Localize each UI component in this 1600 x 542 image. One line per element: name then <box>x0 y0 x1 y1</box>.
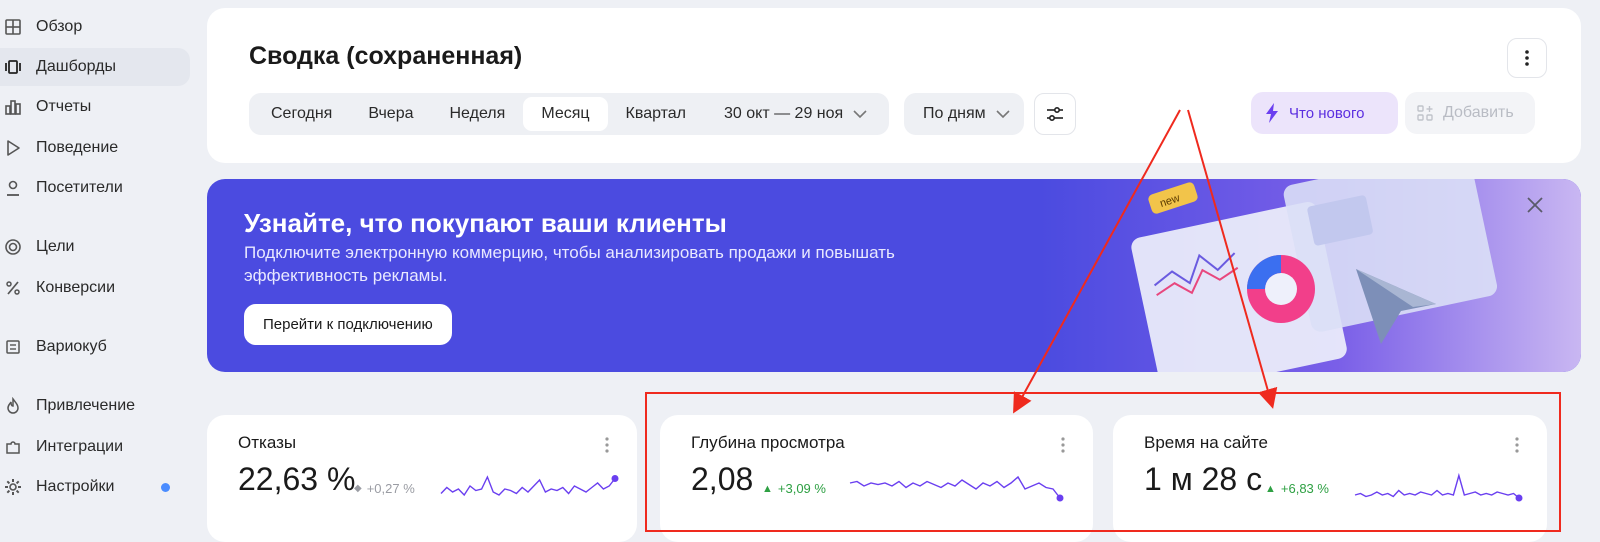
kebab-icon <box>1525 50 1529 66</box>
puzzle-icon <box>4 438 22 456</box>
metric-delta: ◆ +0,27 % <box>354 481 415 496</box>
metric-options-button[interactable] <box>1053 433 1073 457</box>
sidebar-item-label: Вариокуб <box>36 338 107 355</box>
metric-card-time-on-site[interactable]: Время на сайте 1 м 28 с ▲ +6,83 % <box>1113 415 1547 542</box>
sidebar-item-acquisition[interactable]: Привлечение <box>0 387 190 425</box>
sidebar-item-integrations[interactable]: Интеграции <box>0 428 190 466</box>
sparkline-path <box>849 475 1061 499</box>
sparkline <box>440 475 619 497</box>
banner-title: Узнайте, что покупают ваши клиенты <box>244 208 727 238</box>
percent-icon <box>4 279 22 297</box>
sidebar-item-label: Конверсии <box>36 279 116 296</box>
sidebar-item-settings[interactable]: Настройки <box>0 468 190 506</box>
connect-ecommerce-button[interactable]: Перейти к подключению <box>244 304 452 345</box>
sidebar-item-label: Поведение <box>36 139 119 156</box>
sidebar-item-variocube[interactable]: Вариокуб <box>0 328 190 366</box>
target-icon <box>4 238 22 256</box>
metric-options-button[interactable] <box>597 433 617 457</box>
metric-card-page-depth[interactable]: Глубина просмотра 2,08 ▲ +3,09 % <box>660 415 1093 542</box>
sidebar-item-reports[interactable]: Отчеты <box>0 88 190 126</box>
tab-quarter[interactable]: Квартал <box>608 97 704 131</box>
notification-dot <box>161 482 170 492</box>
sparkline <box>849 475 1064 502</box>
close-icon <box>1527 197 1543 213</box>
sidebar-item-visitors[interactable]: Посетители <box>0 169 190 207</box>
lightning-icon <box>1266 103 1278 123</box>
sidebar-item-label: Интеграции <box>36 438 124 455</box>
metric-delta-value: +3,09 % <box>777 481 826 496</box>
sidebar-item-dashboards[interactable]: Дашборды <box>0 48 190 86</box>
sidebar-item-goals[interactable]: Цели <box>0 228 190 266</box>
sparkline-endpoint <box>1515 494 1523 502</box>
sidebar-item-behavior[interactable]: Поведение <box>0 129 190 167</box>
cube-list-icon <box>4 338 22 356</box>
tab-month[interactable]: Месяц <box>523 97 608 131</box>
dashboards-icon <box>4 58 22 76</box>
metric-delta-value: +0,27 % <box>366 481 415 496</box>
metric-title: Время на сайте <box>1144 433 1268 452</box>
diamond-icon: ◆ <box>354 483 362 494</box>
sparkline-endpoint <box>611 475 619 482</box>
kebab-icon <box>1061 437 1065 453</box>
more-options-button[interactable] <box>1507 38 1547 78</box>
tab-today[interactable]: Сегодня <box>253 97 350 131</box>
grouping-select[interactable]: По дням <box>904 93 1024 135</box>
close-banner-button[interactable] <box>1523 193 1547 217</box>
metric-delta: ▲ +3,09 % <box>762 481 826 496</box>
banner-description: Подключите электронную коммерцию, чтобы … <box>244 243 895 285</box>
flame-icon <box>4 397 22 415</box>
sidebar-item-conversions[interactable]: Конверсии <box>0 269 190 307</box>
date-range-picker[interactable]: 30 окт — 29 ноя <box>704 105 885 123</box>
user-icon <box>4 179 22 197</box>
gear-icon <box>4 478 22 496</box>
metric-options-button[interactable] <box>1507 433 1527 457</box>
metric-delta-value: +6,83 % <box>1280 481 1329 496</box>
date-range-label: 30 окт — 29 ноя <box>724 105 844 122</box>
metric-title: Отказы <box>238 433 297 452</box>
sidebar-item-overview[interactable]: Обзор <box>0 8 190 46</box>
sidebar-item-label: Отчеты <box>36 98 92 115</box>
tab-yesterday[interactable]: Вчера <box>350 97 431 131</box>
play-icon <box>4 139 22 157</box>
kebab-icon <box>605 437 609 453</box>
period-tabs: Сегодня Вчера Неделя Месяц Квартал 30 ок… <box>249 93 890 135</box>
filters-button[interactable] <box>1034 93 1076 135</box>
metric-delta: ▲ +6,83 % <box>1265 481 1329 496</box>
chevron-down-icon <box>996 109 1010 118</box>
grid-icon <box>4 18 22 36</box>
tab-week[interactable]: Неделя <box>432 97 524 131</box>
page-title: Сводка (сохраненная) <box>249 42 523 70</box>
grouping-label: По дням <box>923 105 986 122</box>
sparkline <box>1354 472 1523 502</box>
sidebar-item-label: Посетители <box>36 179 123 196</box>
whats-new-button[interactable]: Что нового <box>1251 92 1398 134</box>
ecommerce-promo-banner: new Узнайте, что покупают ваши клиенты П… <box>207 179 1581 372</box>
sliders-icon <box>1047 106 1063 122</box>
add-widget-button[interactable]: Добавить <box>1405 92 1535 134</box>
sidebar: Обзор Дашборды Отчеты Поведение Посетите… <box>0 0 195 542</box>
metric-title: Глубина просмотра <box>691 433 845 452</box>
sidebar-item-label: Обзор <box>36 18 83 35</box>
metric-value: 1 м 28 с <box>1144 461 1263 497</box>
arrow-up-icon: ▲ <box>762 482 773 495</box>
kebab-icon <box>1515 437 1519 453</box>
whats-new-label: Что нового <box>1289 104 1365 122</box>
bar-chart-icon <box>4 98 22 116</box>
summary-header: Сводка (сохраненная) Сегодня Вчера Недел… <box>207 8 1581 163</box>
sidebar-item-label: Дашборды <box>36 58 116 75</box>
arrow-up-icon: ▲ <box>1265 482 1276 495</box>
banner-illustration: new <box>1041 179 1581 372</box>
chevron-down-icon <box>853 109 867 118</box>
sidebar-item-label: Привлечение <box>36 397 136 414</box>
metric-value: 22,63 % <box>238 461 356 497</box>
metric-card-bounce-rate[interactable]: Отказы 22,63 % ◆ +0,27 % <box>207 415 637 542</box>
metric-value: 2,08 <box>691 461 754 497</box>
add-label: Добавить <box>1443 104 1514 121</box>
sparkline-endpoint <box>1056 494 1064 502</box>
sidebar-item-label: Цели <box>36 238 75 255</box>
sparkline-path <box>440 475 616 497</box>
sidebar-item-label: Настройки <box>36 478 115 495</box>
sparkline-path <box>1354 472 1520 499</box>
add-widget-icon <box>1417 105 1433 121</box>
